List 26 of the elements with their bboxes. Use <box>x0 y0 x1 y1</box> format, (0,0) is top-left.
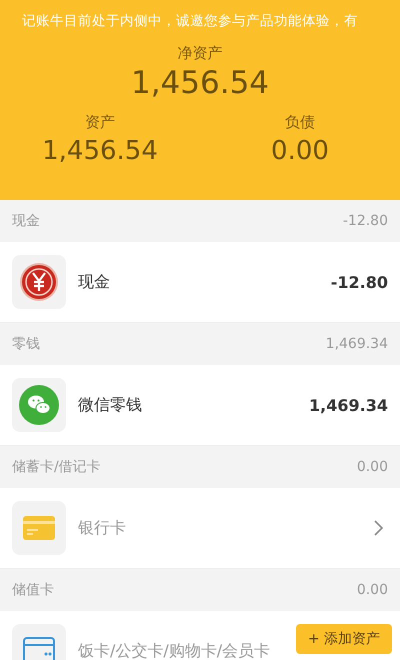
add-asset-button[interactable]: + 添加资产 <box>296 624 392 654</box>
liabilities-label: 负债 <box>285 113 315 132</box>
net-assets-value: 1,456.54 <box>130 65 270 101</box>
group-name: 储蓄卡/借记卡 <box>12 458 101 476</box>
group-total: 1,469.34 <box>326 336 388 352</box>
account-name: 微信零钱 <box>78 394 143 416</box>
group-name: 现金 <box>12 212 40 230</box>
account-name: 现金 <box>78 272 111 292</box>
group-name: 零钱 <box>12 335 40 353</box>
assets-label: 资产 <box>85 113 115 132</box>
notice-text: 记账牛目前处于内侧中，诚邀您参与产品功能体验，有 <box>21 12 358 30</box>
account-amount: -12.80 <box>330 272 388 292</box>
group-total: -12.80 <box>342 213 388 229</box>
account-name: 饭卡/公交卡/购物卡/会员卡 <box>78 640 272 660</box>
net-assets-label: 净资产 <box>178 44 222 63</box>
account-name: 银行卡 <box>78 518 127 538</box>
group-name: 储值卡 <box>12 581 54 599</box>
account-amount: 1,469.34 <box>309 396 388 414</box>
assets-value: 1,456.54 <box>42 136 158 166</box>
group-total: 0.00 <box>356 582 388 598</box>
liabilities-value: 0.00 <box>271 136 329 166</box>
group-total: 0.00 <box>356 459 388 475</box>
chat-bubbles-icon <box>19 385 59 425</box>
yen-coin-icon <box>19 262 59 302</box>
card-icon <box>23 637 55 660</box>
card-icon <box>23 516 55 540</box>
